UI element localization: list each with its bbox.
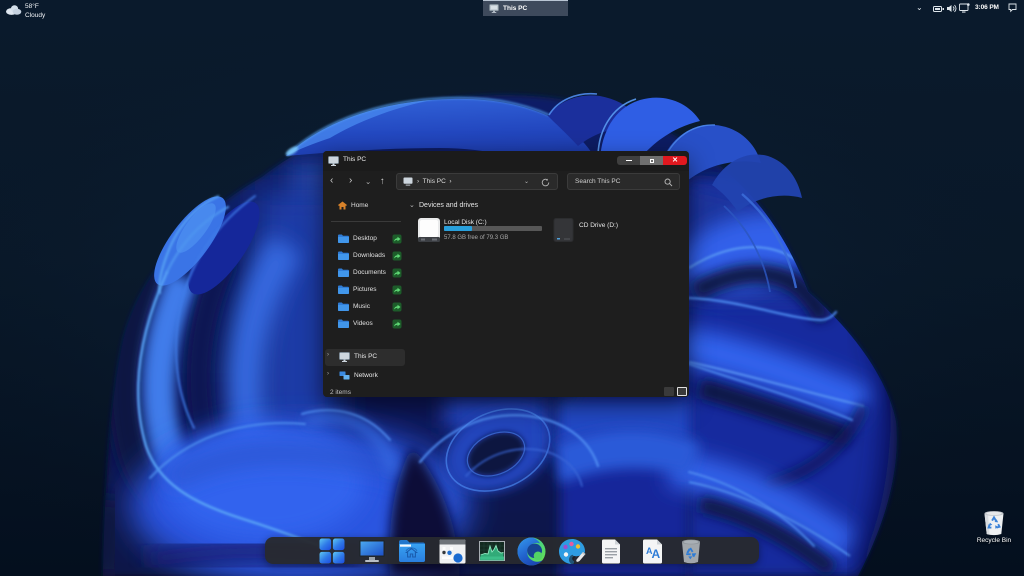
svg-text:A: A [652, 547, 661, 561]
